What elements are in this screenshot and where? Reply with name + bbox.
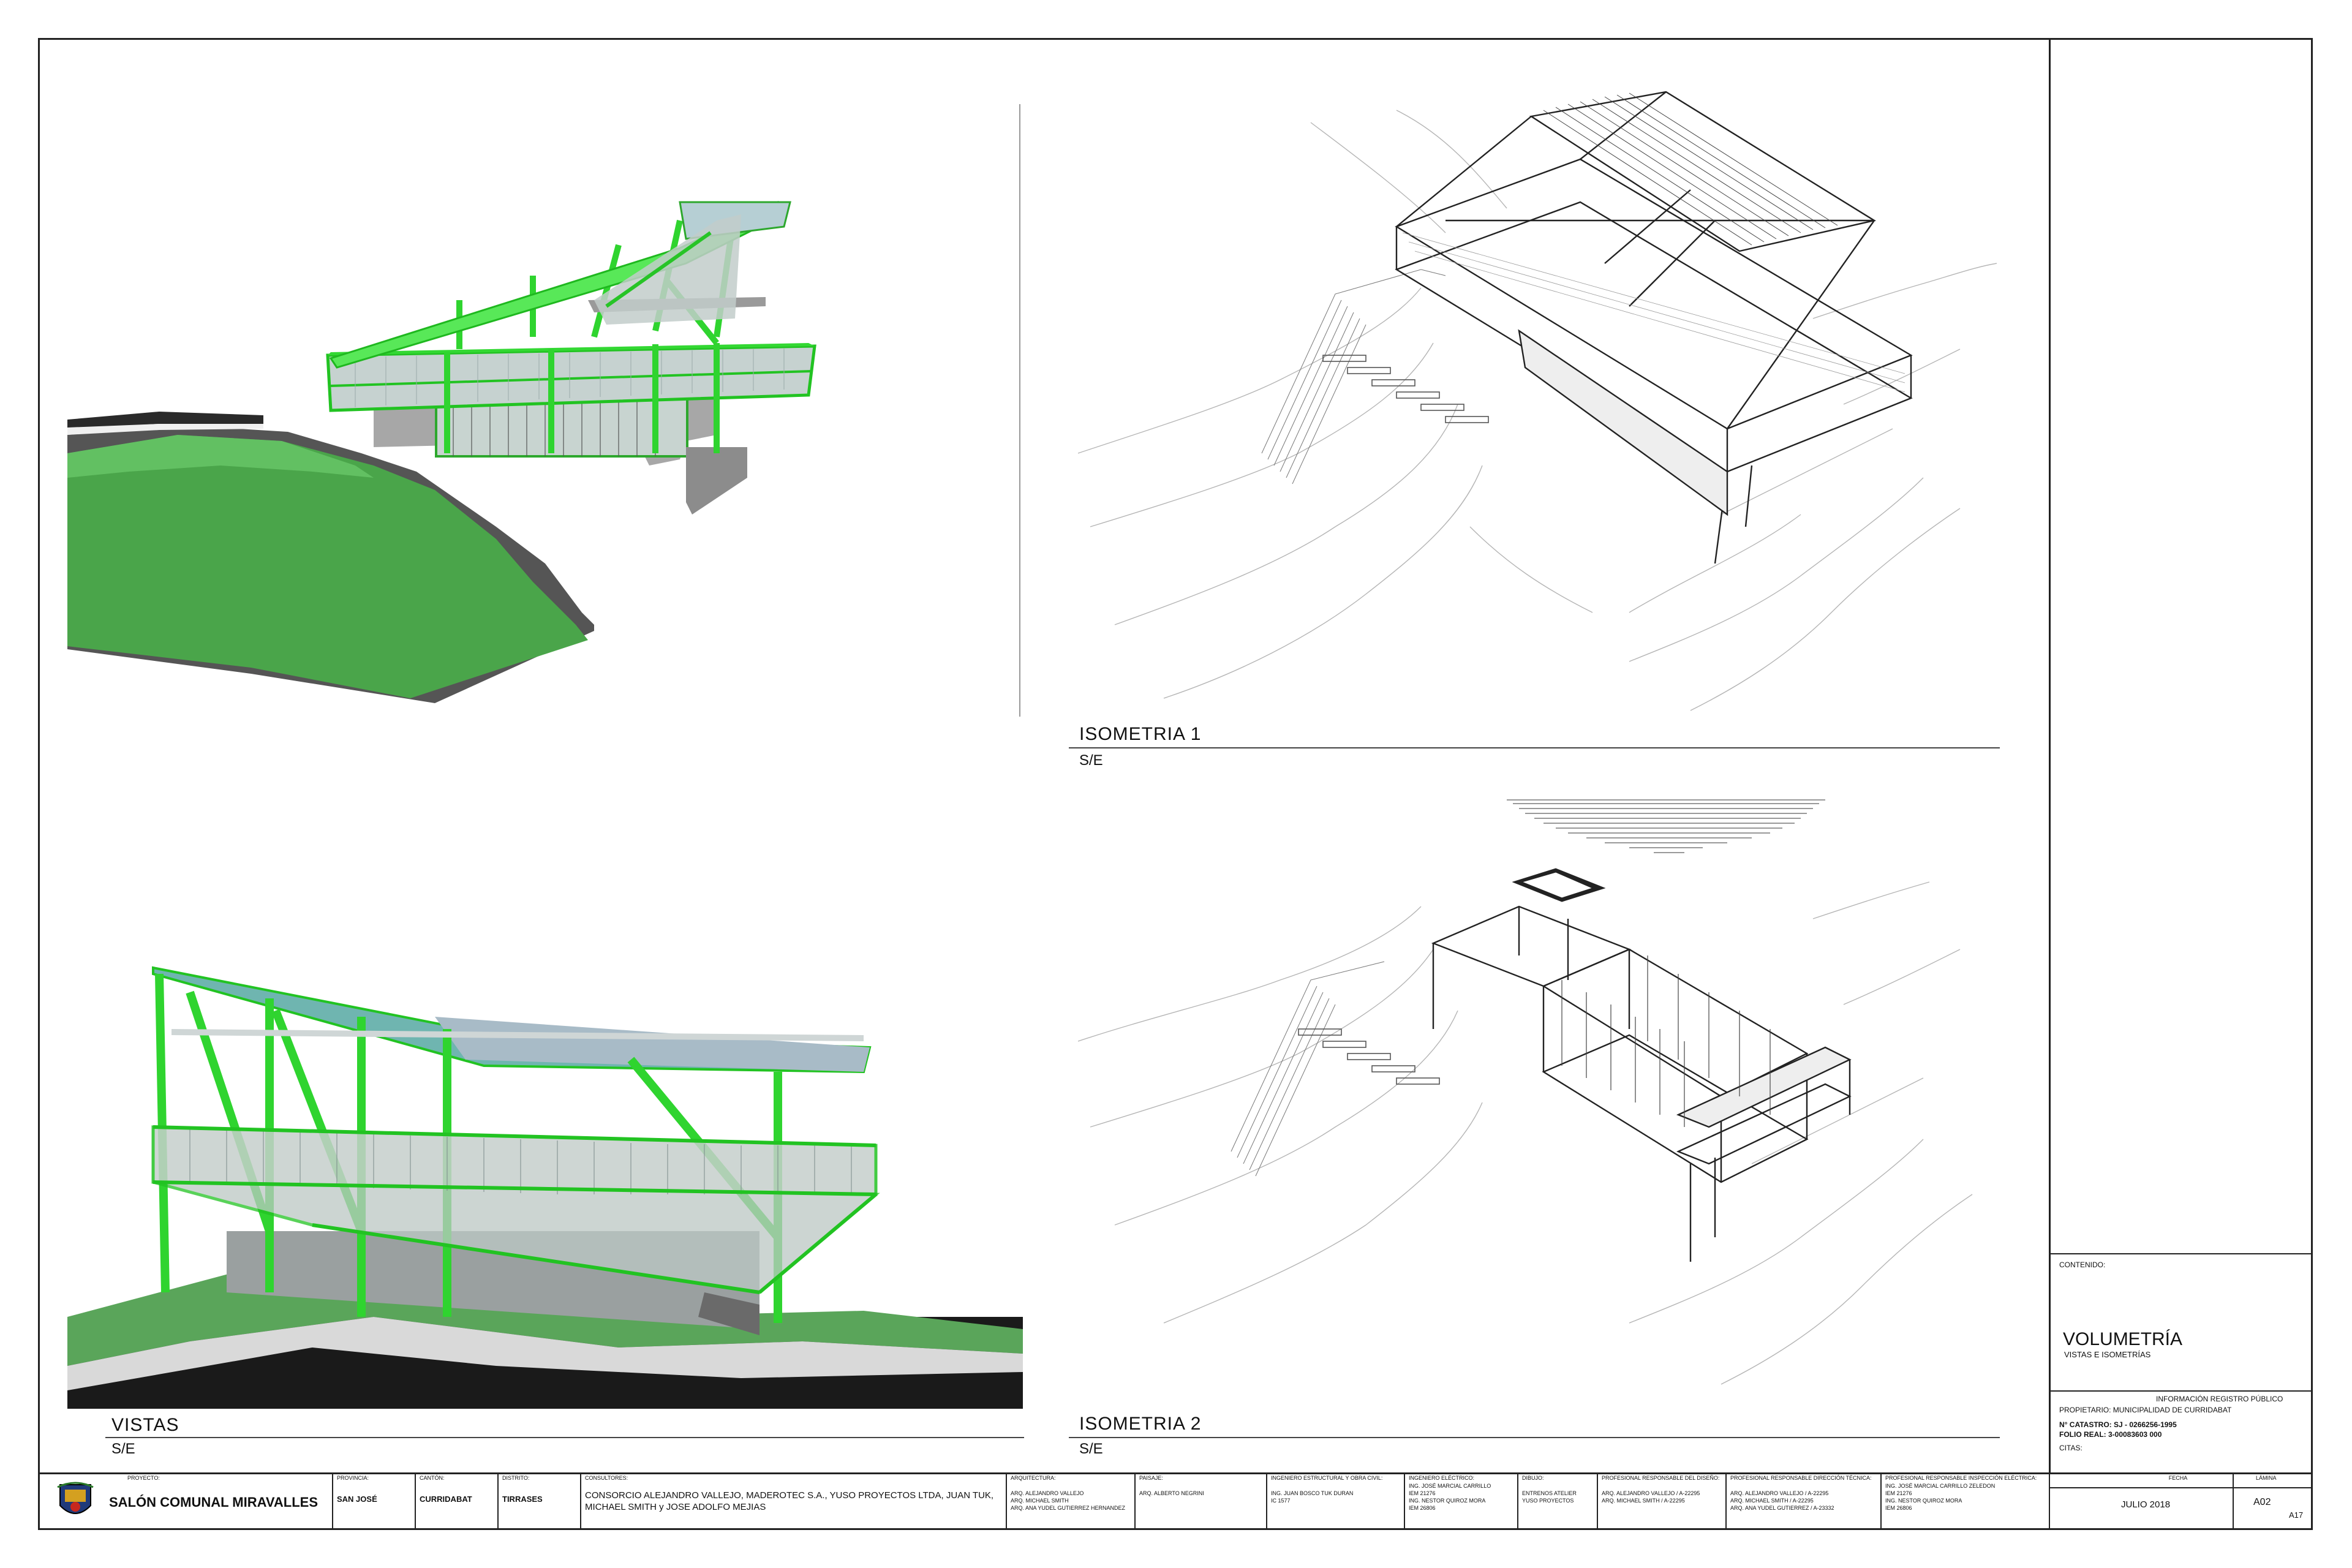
resp-diseno-value: ARQ. ALEJANDRO VALLEJO / A-22295 ARQ. MI…: [1602, 1490, 1700, 1504]
dibujo-label: DIBUJO:: [1522, 1475, 1544, 1481]
side-panel: [2049, 38, 2313, 1474]
lamina-cell: LÁMINA A02 A17: [2233, 1472, 2313, 1530]
isometria-2-scale: S/E: [1079, 1441, 1103, 1457]
sheet-title: VOLUMETRÍA: [2063, 1329, 2183, 1349]
side-panel-divider-registro: [2049, 1390, 2313, 1392]
folio-text: FOLIO REAL: 3-00083603 000: [2059, 1430, 2162, 1439]
fecha-label: FECHA: [2168, 1475, 2188, 1481]
electrico-cell: INGENIERO ELÉCTRICO: ING. JOSÉ MARCIAL C…: [1404, 1472, 1517, 1530]
electrico-label: INGENIERO ELÉCTRICO:: [1409, 1475, 1475, 1481]
project-cell: PROYECTO: SALÓN COMUNAL MIRAVALLES: [38, 1472, 332, 1530]
isometria-2-label: ISOMETRIA 2: [1079, 1414, 1202, 1434]
proyecto-label: PROYECTO:: [127, 1475, 160, 1481]
vistas-scale: S/E: [111, 1441, 135, 1457]
arquitectura-cell: ARQUITECTURA: ARQ. ALEJANDRO VALLEJO ARQ…: [1006, 1472, 1134, 1530]
vistas-rule: [105, 1437, 1024, 1438]
resp-direccion-label: PROFESIONAL RESPONSABLE DIRECCIÓN TÉCNIC…: [1730, 1475, 1872, 1481]
resp-inspeccion-value: ING. JOSÉ MARCIAL CARRILLO ZELEDON IEM 2…: [1885, 1483, 1996, 1511]
lamina-number: A02: [2253, 1497, 2271, 1507]
canton-cell: CANTÓN: CURRIDABAT: [415, 1472, 497, 1530]
side-panel-divider-contenido: [2049, 1253, 2313, 1254]
estructural-label: INGENIERO ESTRUCTURAL Y OBRA CIVIL:: [1271, 1475, 1383, 1481]
consultores-label: CONSULTORES:: [585, 1475, 628, 1481]
isometria-1-drawing: [1078, 86, 1997, 723]
estructural-value: ING. JUAN BOSCO TUK DURAN IC 1577: [1271, 1490, 1354, 1504]
citas-text: CITAS:: [2059, 1444, 2082, 1452]
consultores-cell: CONSULTORES: CONSORCIO ALEJANDRO VALLEJO…: [580, 1472, 1006, 1530]
arquitectura-value: ARQ. ALEJANDRO VALLEJO ARQ. MICHAEL SMIT…: [1011, 1490, 1126, 1511]
render-top-view: [67, 184, 1017, 717]
paisaje-label: PAISAJE:: [1139, 1475, 1163, 1481]
municipal-seal-icon: [57, 1482, 94, 1514]
consultores-value: CONSORCIO ALEJANDRO VALLEJO, MADEROTEC S…: [585, 1490, 994, 1512]
sheet-subtitle: VISTAS E ISOMETRÍAS: [2064, 1350, 2151, 1359]
lamina-label: LÁMINA: [2256, 1475, 2277, 1481]
lamina-total: A17: [2289, 1510, 2304, 1520]
resp-inspeccion-cell: PROFESIONAL RESPONSABLE INSPECCIÓN ELÉCT…: [1880, 1472, 2049, 1530]
distrito-label: DISTRITO:: [502, 1475, 530, 1481]
resp-diseno-label: PROFESIONAL RESPONSABLE DEL DISEÑO:: [1602, 1475, 1720, 1481]
distrito-cell: DISTRITO: TIRRASES: [497, 1472, 580, 1530]
contenido-label: CONTENIDO:: [2059, 1261, 2106, 1269]
arquitectura-label: ARQUITECTURA:: [1011, 1475, 1056, 1481]
isometria-1-rule: [1069, 747, 2000, 748]
paisaje-value: ARQ. ALBERTO NEGRINI: [1139, 1490, 1204, 1496]
vistas-render: [67, 949, 1023, 1409]
resp-direccion-value: ARQ. ALEJANDRO VALLEJO / A-22295 ARQ. MI…: [1730, 1490, 1834, 1511]
isometria-1-scale: S/E: [1079, 752, 1103, 769]
electrico-value: ING. JOSÉ MARCIAL CARRILLO IEM 21276 ING…: [1409, 1483, 1491, 1511]
fecha-value: JULIO 2018: [2121, 1499, 2171, 1510]
propietario-text: PROPIETARIO: MUNICIPALIDAD DE CURRIDABAT: [2059, 1406, 2232, 1414]
canton-label: CANTÓN:: [420, 1475, 445, 1481]
project-name: SALÓN COMUNAL MIRAVALLES: [109, 1494, 318, 1510]
paisaje-cell: PAISAJE: ARQ. ALBERTO NEGRINI: [1134, 1472, 1266, 1530]
provincia-cell: PROVINCIA: SAN JOSÉ: [332, 1472, 415, 1530]
resp-inspeccion-label: PROFESIONAL RESPONSABLE INSPECCIÓN ELÉCT…: [1885, 1475, 2037, 1481]
registro-title: INFORMACIÓN REGISTRO PÚBLICO: [2156, 1395, 2283, 1403]
vistas-label: VISTAS: [111, 1415, 179, 1435]
canton-value: CURRIDABAT: [420, 1494, 472, 1504]
estructural-cell: INGENIERO ESTRUCTURAL Y OBRA CIVIL: ING.…: [1266, 1472, 1404, 1530]
catastro-text: N° CATASTRO: SJ - 0266256-1995: [2059, 1420, 2177, 1429]
isometria-1-label: ISOMETRIA 1: [1079, 724, 1202, 744]
isometria-2-rule: [1069, 1437, 2000, 1438]
dibujo-cell: DIBUJO: ENTRENOS ATELIER YUSO PROYECTOS: [1517, 1472, 1597, 1530]
dibujo-value: ENTRENOS ATELIER YUSO PROYECTOS: [1522, 1490, 1577, 1504]
provincia-value: SAN JOSÉ: [337, 1494, 377, 1504]
resp-diseno-cell: PROFESIONAL RESPONSABLE DEL DISEÑO: ARQ.…: [1597, 1472, 1725, 1530]
resp-direccion-cell: PROFESIONAL RESPONSABLE DIRECCIÓN TÉCNIC…: [1725, 1472, 1880, 1530]
distrito-value: TIRRASES: [502, 1494, 543, 1504]
view-divider: [1019, 104, 1020, 717]
isometria-2-drawing: [1078, 796, 1997, 1409]
fecha-cell: FECHA JULIO 2018: [2049, 1472, 2233, 1530]
provincia-label: PROVINCIA:: [337, 1475, 369, 1481]
